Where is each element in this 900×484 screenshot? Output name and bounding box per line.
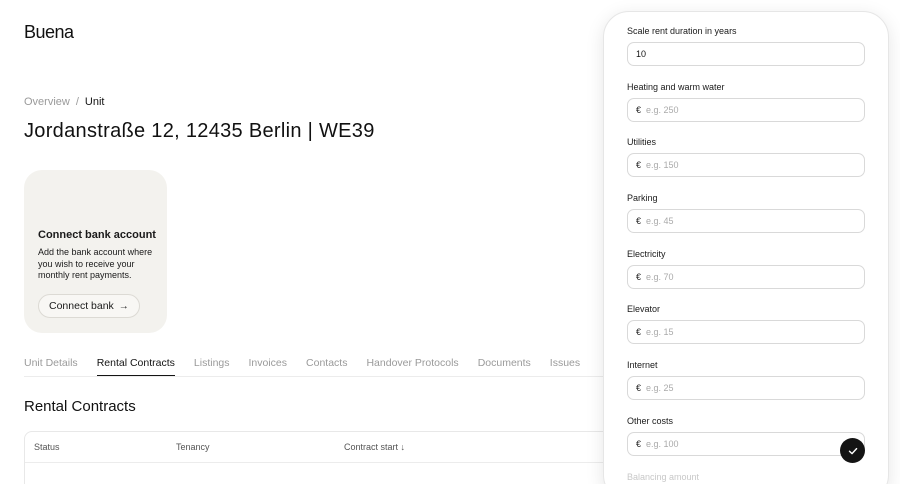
check-icon [848,447,857,454]
connect-bank-card: Connect bank account Add the bank accoun… [24,170,167,333]
field-label: Parking [627,193,658,203]
page-title: Jordanstraße 12, 12435 Berlin | WE39 [24,120,375,142]
rental-contracts-table: Status Tenancy Contract start ↓ [24,431,624,484]
field-box: € [627,432,865,456]
field-box: € [627,209,865,233]
utilities-input[interactable] [646,160,856,170]
field-elevator: Elevator € [627,304,865,344]
field-box: € [627,265,865,289]
field-internet: Internet € [627,360,865,400]
euro-icon: € [636,272,642,282]
field-parking: Parking € [627,193,865,233]
breadcrumb-current: Unit [84,96,105,108]
field-label: Internet [627,360,658,370]
connect-bank-label: Connect bank [49,300,114,312]
field-label: Scale rent duration in years [627,26,737,36]
column-status[interactable]: Status [34,442,60,452]
column-tenancy[interactable]: Tenancy [176,442,210,452]
field-label: Heating and warm water [627,82,725,92]
table-header: Status Tenancy Contract start ↓ [25,432,623,463]
euro-icon: € [636,160,642,170]
electricity-input[interactable] [646,272,856,282]
arrow-right-icon: → [118,300,129,312]
connect-bank-button[interactable]: Connect bank → [38,294,140,318]
field-heating: Heating and warm water € [627,82,865,122]
costs-side-panel: Scale rent duration in years Heating and… [603,11,889,484]
field-box: € [627,320,865,344]
field-other-costs: Other costs € [627,416,865,456]
internet-input[interactable] [646,383,856,393]
breadcrumb-overview-link[interactable]: Overview [24,96,70,108]
unit-tabs: Unit Details Rental Contracts Listings I… [24,357,580,377]
heating-input[interactable] [646,105,856,115]
euro-icon: € [636,383,642,393]
field-electricity: Electricity € [627,249,865,289]
elevator-input[interactable] [646,327,856,337]
field-box: € [627,153,865,177]
field-utilities: Utilities € [627,137,865,177]
bank-card-title: Connect bank account [38,229,156,241]
tab-invoices[interactable]: Invoices [249,357,288,377]
column-contract-start[interactable]: Contract start ↓ [344,442,405,452]
field-box: € [627,376,865,400]
other-costs-input[interactable] [646,439,856,449]
breadcrumb-separator: / [75,96,79,108]
field-label: Other costs [627,416,674,426]
tab-contacts[interactable]: Contacts [306,357,347,377]
tab-handover-protocols[interactable]: Handover Protocols [366,357,458,377]
field-scale-rent-duration: Scale rent duration in years [627,26,865,66]
field-box [627,42,865,66]
field-label: Utilities [627,137,657,147]
tab-documents[interactable]: Documents [478,357,531,377]
euro-icon: € [636,439,642,449]
tabs-divider [24,376,604,377]
tab-unit-details[interactable]: Unit Details [24,357,78,377]
field-label: Electricity [627,249,666,259]
euro-icon: € [636,216,642,226]
tab-rental-contracts[interactable]: Rental Contracts [96,357,175,377]
confirm-button[interactable] [840,438,865,463]
tab-listings[interactable]: Listings [194,357,230,377]
scale-rent-duration-input[interactable] [636,49,856,59]
bank-card-description: Add the bank account where you wish to r… [38,247,153,280]
app-logo[interactable]: Buena [24,22,74,43]
breadcrumb: Overview / Unit [24,96,104,108]
section-title: Rental Contracts [24,398,136,415]
field-box: € [627,98,865,122]
euro-icon: € [636,105,642,115]
field-label: Elevator [627,304,661,314]
balancing-amount-label: Balancing amount [627,472,700,482]
euro-icon: € [636,327,642,337]
tab-issues[interactable]: Issues [550,357,580,377]
parking-input[interactable] [646,216,856,226]
